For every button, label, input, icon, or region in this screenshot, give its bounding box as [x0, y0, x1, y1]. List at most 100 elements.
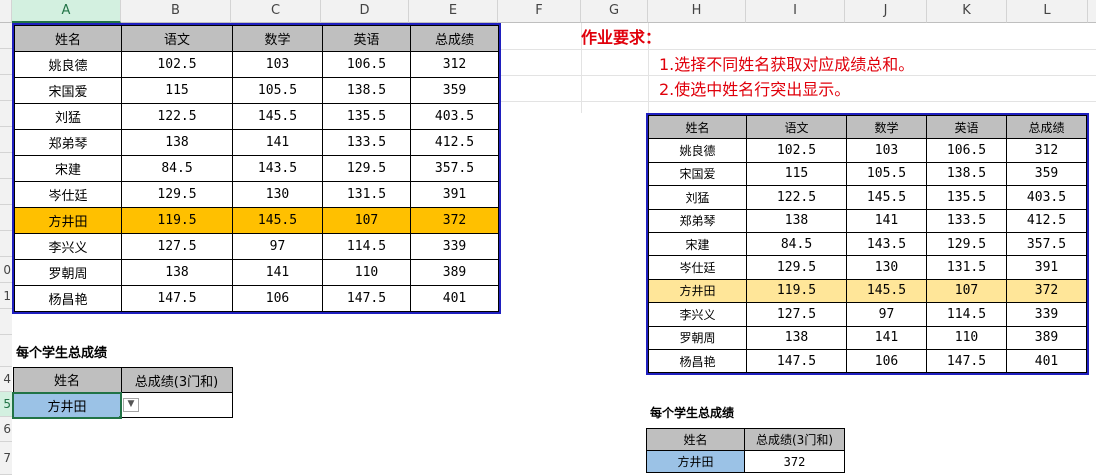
column-header-b[interactable]: B [121, 0, 231, 23]
row-header[interactable] [0, 335, 12, 367]
select-all-corner[interactable] [0, 0, 12, 23]
score-cell: 127.5 [121, 233, 233, 260]
example-table-row: 罗朝周 138 141 110 389 [648, 325, 1087, 350]
example-score-cell: 141 [846, 325, 927, 350]
score-cell: 131.5 [322, 181, 411, 208]
example-score-cell: 115 [746, 161, 847, 187]
score-cell: 403.5 [410, 103, 499, 130]
example-score-cell: 106.5 [926, 138, 1007, 163]
example-header-cell: 语文 [746, 114, 847, 140]
example-score-table: 姓名 语文 数学 英语 总成绩 姚良德 102.5 103 106.5 312 宋国爱 115 105.… [646, 113, 1089, 376]
example-score-cell: 114.5 [926, 302, 1007, 327]
score-cell: 122.5 [121, 103, 233, 130]
score-cell: 147.5 [121, 285, 233, 312]
row-header[interactable] [0, 75, 12, 101]
example-summary-table: 姓名 总成绩(3门和) 方井田 372 [646, 428, 845, 473]
row-header[interactable] [0, 205, 12, 231]
example-score-cell: 131.5 [926, 255, 1007, 280]
example-name-cell: 杨昌艳 [648, 348, 747, 374]
row-header[interactable] [0, 23, 12, 49]
table-row: 方井田 119.5 145.5 107 372 [14, 207, 499, 234]
column-header-g[interactable]: G [581, 0, 648, 23]
main-score-table: 姓名 语文 数学 英语 总成绩 姚良德 102.5 103 106.5 312 宋国爱 115 105.… [12, 23, 501, 314]
score-cell: 138.5 [322, 77, 411, 104]
example-name-cell: 罗朝周 [648, 325, 747, 350]
row-header[interactable] [0, 179, 12, 205]
row-header[interactable] [0, 309, 12, 335]
column-header-j[interactable]: J [845, 0, 927, 23]
score-cell: 401 [410, 285, 499, 312]
column-header-h[interactable]: H [648, 0, 746, 23]
example-name-cell: 方井田 [648, 278, 747, 304]
requirements-title: 作业要求： [581, 28, 662, 47]
score-cell: 119.5 [121, 207, 233, 234]
column-header-l[interactable]: L [1007, 0, 1088, 23]
column-header-m[interactable]: M [1088, 0, 1096, 23]
example-name-cell: 郑弟琴 [648, 208, 747, 233]
summary-table: 姓名 总成绩(3门和) 方井田 ▼ [12, 367, 233, 419]
example-score-cell: 138.5 [926, 161, 1007, 187]
table-row: 岑仕廷 129.5 130 131.5 391 [14, 181, 499, 208]
example-score-cell: 389 [1006, 325, 1087, 350]
header-cell: 总成绩 [410, 25, 499, 52]
example-score-cell: 130 [846, 255, 927, 280]
example-score-cell: 129.5 [926, 231, 1007, 257]
name-cell: 郑弟琴 [14, 129, 122, 156]
name-selector-cell[interactable]: 方井田 [12, 391, 122, 419]
row-header[interactable]: 0 [0, 257, 12, 283]
row-header[interactable]: 6 [0, 417, 12, 442]
column-header-a[interactable]: A [12, 0, 121, 23]
example-image: 姓名 语文 数学 英语 总成绩 姚良德 102.5 103 106.5 312 宋国爱 115 105.… [646, 113, 1096, 475]
row-header[interactable] [0, 127, 12, 153]
example-header-cell: 总成绩 [1006, 114, 1087, 140]
example-table-row: 刘猛 122.5 145.5 135.5 403.5 [648, 185, 1087, 210]
column-header-e[interactable]: E [409, 0, 498, 23]
name-cell: 宋国爱 [14, 77, 122, 104]
example-name-cell: 岑仕廷 [648, 255, 747, 280]
score-cell: 391 [410, 181, 499, 208]
example-score-cell: 145.5 [846, 185, 927, 210]
row-header[interactable] [0, 49, 12, 75]
row-header[interactable] [0, 231, 12, 257]
column-header-d[interactable]: D [321, 0, 409, 23]
example-score-cell: 135.5 [926, 185, 1007, 210]
example-table-row: 杨昌艳 147.5 106 147.5 401 [648, 348, 1087, 374]
column-header-k[interactable]: K [927, 0, 1007, 23]
row-header[interactable]: 7 [0, 442, 12, 475]
example-score-cell: 147.5 [926, 348, 1007, 374]
example-summary-header-total: 总成绩(3门和) [744, 428, 845, 451]
score-cell: 97 [232, 233, 323, 260]
dropdown-arrow-icon[interactable]: ▼ [123, 398, 139, 412]
column-header-f[interactable]: F [498, 0, 581, 23]
selected-name: 方井田 [47, 399, 87, 415]
name-cell: 杨昌艳 [14, 285, 122, 312]
score-cell: 110 [322, 259, 411, 286]
score-cell: 312 [410, 51, 499, 78]
row-header[interactable]: 5 [0, 392, 12, 417]
example-score-cell: 372 [1006, 278, 1087, 304]
example-score-cell: 147.5 [746, 348, 847, 374]
score-cell: 138 [121, 129, 233, 156]
requirement-item-2: 2.使选中姓名行突出显示。 [659, 80, 851, 99]
example-score-cell: 84.5 [746, 231, 847, 257]
column-header-c[interactable]: C [231, 0, 321, 23]
row-header[interactable]: 4 [0, 367, 12, 392]
table-row: 宋建 84.5 143.5 129.5 357.5 [14, 155, 499, 182]
example-score-cell: 339 [1006, 302, 1087, 327]
score-cell: 105.5 [232, 77, 323, 104]
score-cell: 372 [410, 207, 499, 234]
column-header-i[interactable]: I [746, 0, 845, 23]
row-header[interactable] [0, 101, 12, 127]
row-header[interactable]: 1 [0, 283, 12, 309]
score-cell: 133.5 [322, 129, 411, 156]
example-header-cell: 英语 [926, 114, 1007, 140]
score-cell: 147.5 [322, 285, 411, 312]
score-cell: 389 [410, 259, 499, 286]
example-summary-total: 372 [744, 450, 845, 473]
example-score-cell: 143.5 [846, 231, 927, 257]
row-header[interactable] [0, 153, 12, 179]
score-cell: 102.5 [121, 51, 233, 78]
example-score-cell: 401 [1006, 348, 1087, 374]
score-cell: 359 [410, 77, 499, 104]
name-cell: 宋建 [14, 155, 122, 182]
